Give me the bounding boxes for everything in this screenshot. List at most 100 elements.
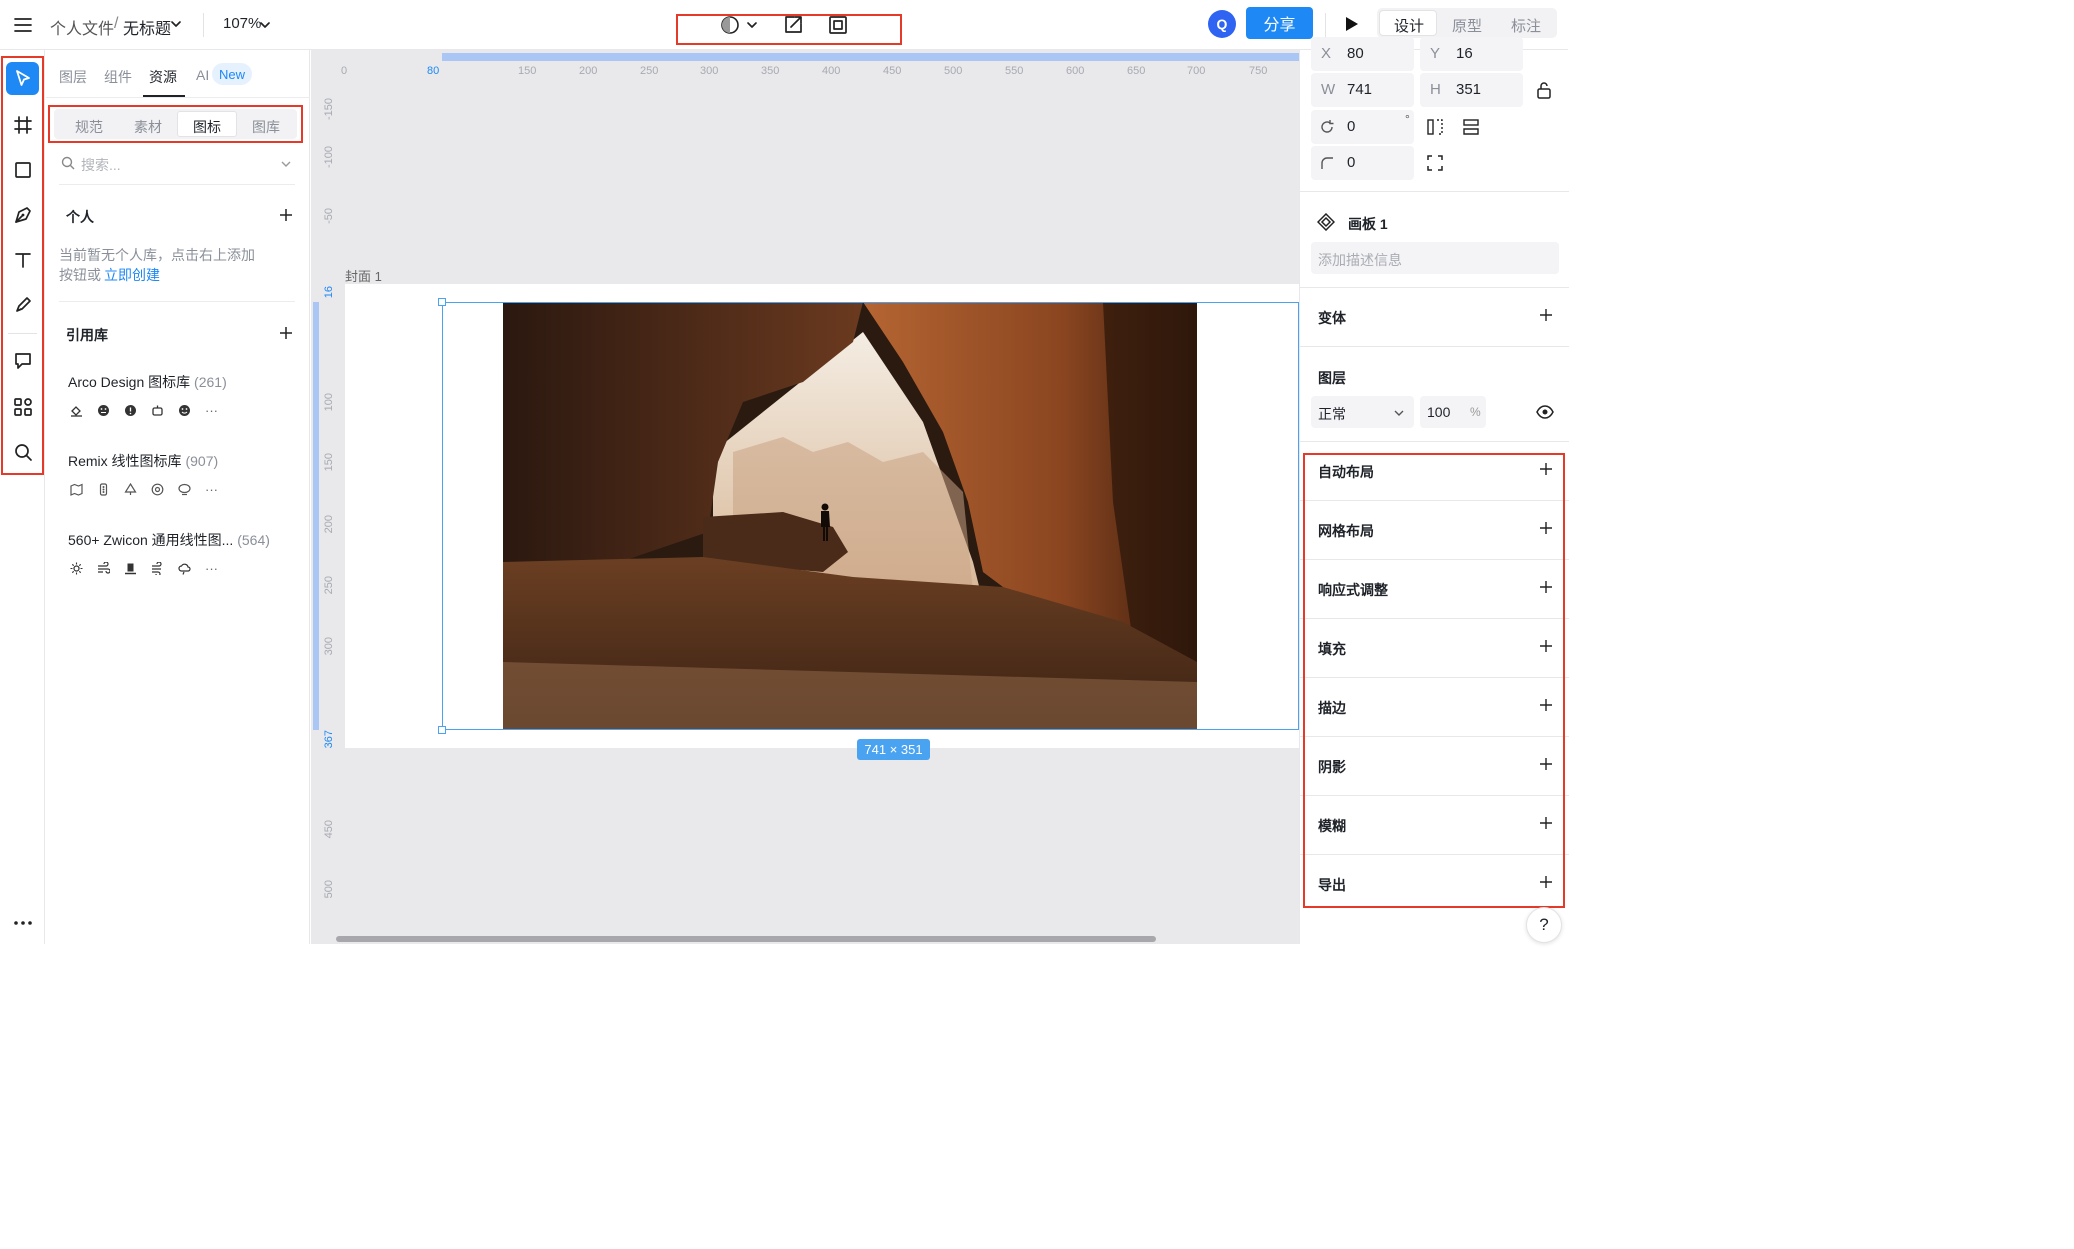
canvas[interactable]: 0 80 150 200 250 300 350 400 450 500 550…	[311, 50, 1299, 944]
tab-ai[interactable]: AI	[196, 67, 209, 83]
chevron-down-icon[interactable]	[170, 18, 182, 30]
avatar[interactable]: Q	[1208, 10, 1236, 38]
shadow-section[interactable]: 阴影	[1300, 736, 1569, 795]
add-personal-icon[interactable]	[279, 208, 293, 222]
rotate-icon	[1319, 119, 1335, 135]
frame-tool-icon[interactable]	[6, 108, 39, 141]
select-tool[interactable]	[6, 62, 39, 95]
breadcrumb-parent[interactable]: 个人文件	[50, 15, 114, 39]
library-item[interactable]: 560+ Zwicon 通用线性图... (564)	[68, 530, 270, 550]
chevron-down-icon[interactable]	[259, 19, 271, 31]
blur-section[interactable]: 模糊	[1300, 795, 1569, 854]
frame-name[interactable]: 封面 1	[345, 266, 382, 285]
width-field[interactable]: W 741	[1311, 73, 1414, 107]
lock-icon[interactable]	[1536, 81, 1552, 99]
grid-layout-section[interactable]: 网格布局	[1300, 500, 1569, 559]
add-icon[interactable]	[1539, 308, 1553, 322]
selection-handle[interactable]	[438, 726, 446, 734]
tab-components[interactable]: 组件	[104, 67, 132, 87]
chevron-down-icon[interactable]	[746, 19, 758, 31]
section-title: 自动布局	[1318, 464, 1374, 480]
transform-section[interactable]: 变体	[1300, 287, 1569, 346]
library-preview-icons: ···	[70, 403, 218, 418]
section-title: 导出	[1318, 877, 1346, 893]
more-icons[interactable]: ···	[205, 561, 218, 576]
y-field[interactable]: Y 16	[1420, 37, 1523, 71]
divider	[1300, 191, 1569, 192]
corner-radius-field[interactable]: 0	[1311, 146, 1414, 180]
x-field[interactable]: X 80	[1311, 37, 1414, 71]
stroke-section[interactable]: 描边	[1300, 677, 1569, 736]
search-tool-icon[interactable]	[6, 435, 39, 468]
wind-icon	[98, 562, 110, 574]
add-icon[interactable]	[1539, 757, 1553, 771]
flip-horizontal-icon[interactable]	[1426, 118, 1444, 136]
tab-design-label: 设计	[1394, 18, 1425, 35]
horizontal-scrollbar[interactable]	[336, 936, 1156, 942]
add-icon[interactable]	[1539, 580, 1553, 594]
file-name[interactable]: 无标题	[123, 15, 171, 39]
selection-handle[interactable]	[438, 298, 446, 306]
rotation-field[interactable]: 0 °	[1311, 110, 1414, 144]
play-icon[interactable]	[1342, 15, 1360, 33]
visibility-eye-icon[interactable]	[1536, 405, 1554, 419]
pen-tool-icon[interactable]	[6, 198, 39, 231]
opacity-value: 100	[1427, 404, 1451, 420]
tab-annotate[interactable]: 标注	[1511, 15, 1541, 36]
add-icon[interactable]	[1539, 462, 1553, 476]
tool-bar	[0, 50, 45, 944]
main-menu-icon[interactable]	[12, 14, 34, 36]
more-icon[interactable]	[12, 918, 34, 928]
responsive-section[interactable]: 响应式调整	[1300, 559, 1569, 618]
ruler-tick: 500	[944, 65, 963, 77]
description-placeholder: 添加描述信息	[1318, 252, 1402, 268]
comment-tool-icon[interactable]	[6, 344, 39, 377]
theme-toggle-icon[interactable]	[720, 15, 740, 35]
corner-radius-icon	[1320, 156, 1334, 170]
frame-view-icon[interactable]	[827, 14, 849, 36]
tab-assets[interactable]: 资源	[149, 67, 177, 87]
new-badge: New	[212, 63, 252, 85]
export-section[interactable]: 导出	[1300, 854, 1569, 913]
description-input[interactable]: 添加描述信息	[1311, 242, 1559, 274]
height-field[interactable]: H 351	[1420, 73, 1523, 107]
open-external-icon[interactable]	[782, 14, 804, 36]
create-link[interactable]: 立即创建	[104, 265, 160, 285]
personal-empty-text: 按钮或	[59, 267, 101, 283]
blend-mode-select[interactable]: 正常	[1311, 396, 1414, 428]
help-button[interactable]: ?	[1526, 907, 1562, 943]
auto-layout-section[interactable]: 自动布局	[1300, 441, 1569, 500]
pencil-tool-icon[interactable]	[6, 288, 39, 321]
flip-vertical-icon[interactable]	[1462, 118, 1480, 136]
tab-prototype[interactable]: 原型	[1452, 15, 1482, 36]
opacity-field[interactable]: 100 %	[1420, 396, 1486, 428]
add-icon[interactable]	[1539, 698, 1553, 712]
library-preview-icons: ···	[70, 482, 218, 497]
library-item[interactable]: Remix 线性图标库 (907)	[68, 451, 218, 471]
add-icon[interactable]	[1539, 816, 1553, 830]
plugins-icon[interactable]	[6, 390, 39, 423]
add-icon[interactable]	[1539, 875, 1553, 889]
library-item[interactable]: Arco Design 图标库 (261)	[68, 372, 227, 392]
subtab-materials[interactable]: 素材	[134, 117, 162, 137]
add-icon[interactable]	[1539, 639, 1553, 653]
subtab-gallery[interactable]: 图库	[252, 117, 280, 137]
share-button[interactable]: 分享	[1246, 7, 1313, 39]
text-tool-icon[interactable]	[6, 243, 39, 276]
ruler-tick: 300	[700, 65, 719, 77]
subtab-icons[interactable]: 图标	[193, 117, 221, 137]
artboard-title: 画板 1	[1348, 216, 1388, 232]
more-icons[interactable]: ···	[205, 403, 218, 418]
ruler-tick: 650	[1127, 65, 1146, 77]
independent-corners-icon[interactable]	[1426, 154, 1444, 172]
fill-section[interactable]: 填充	[1300, 618, 1569, 677]
search-input[interactable]: 搜索...	[81, 155, 121, 175]
rectangle-tool-icon[interactable]	[6, 153, 39, 186]
tab-layers[interactable]: 图层	[59, 67, 87, 87]
chevron-down-icon[interactable]	[280, 158, 292, 170]
more-icons[interactable]: ···	[205, 482, 218, 497]
add-icon[interactable]	[1539, 521, 1553, 535]
add-library-icon[interactable]	[279, 326, 293, 340]
zoom-level[interactable]: 107%	[223, 15, 261, 32]
subtab-spec[interactable]: 规范	[75, 117, 103, 137]
